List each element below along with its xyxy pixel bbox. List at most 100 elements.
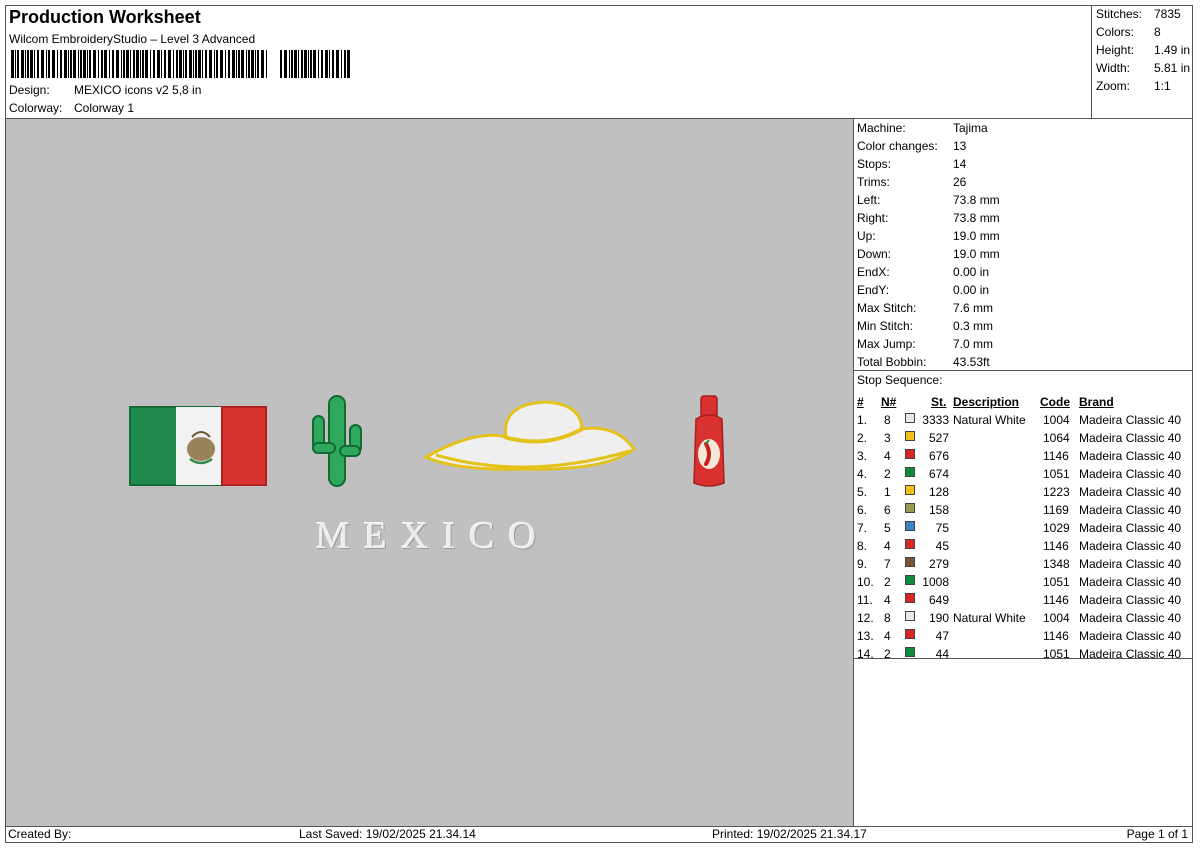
needle-number: 4 [884,539,891,553]
info-value: 14 [953,157,967,171]
mexico-embroidery-text: MEXICO [316,515,550,557]
stop-row: 12. 8 190 Natural White 1004 Madeira Classic … [857,611,1192,629]
thread-code: 1004 [1043,611,1070,625]
color-swatch [905,521,915,531]
stat-value: 5.81 in [1154,61,1191,75]
thread-brand: Madeira Classic 40 [1079,647,1182,661]
printed-date: Printed: 19/02/2025 21.34.17 [712,827,867,841]
barcode-bar [104,50,107,78]
barcode-bar [89,50,91,78]
info-label: Max Stitch: [857,301,917,315]
barcode-bar [78,50,79,78]
barcode-bar [46,50,47,78]
col-description: Description [953,395,1020,409]
barcode-bar [157,50,160,78]
barcode-bar [185,50,187,78]
stop-row: 3. 4 676 1146 Madeira Classic 40 [857,449,1192,467]
worksheet-header: Production Worksheet Wilcom EmbroiderySt… [5,5,1091,118]
info-value: 26 [953,175,967,189]
barcode-bar [248,50,250,78]
thread-brand: Madeira Classic 40 [1079,539,1182,553]
thread-brand: Madeira Classic 40 [1079,449,1182,463]
thread-code: 1064 [1043,431,1070,445]
stop-row: 2. 3 527 1064 Madeira Classic 40 [857,431,1192,449]
thread-code: 1146 [1043,629,1069,643]
stat-label: Colors: [1096,25,1135,39]
barcode-bar [193,50,194,78]
divider [853,370,1193,371]
stop-row: 13. 4 47 1146 Madeira Classic 40 [857,629,1192,647]
info-row: Min Stitch: 0.3 mm [857,319,993,333]
stop-number: 5. [857,485,868,499]
stitch-count: 128 [928,485,949,499]
info-value: 7.0 mm [953,337,994,351]
barcode-bar [216,50,218,78]
stitch-count: 279 [928,557,949,571]
info-label: EndY: [857,283,890,297]
stitch-count: 527 [928,431,949,445]
info-label: Left: [857,193,881,207]
info-row: Left: 73.8 mm [857,193,1000,207]
info-label: Up: [857,229,876,243]
info-label: Max Jump: [857,337,916,351]
sombrero-icon [422,400,637,471]
thread-brand: Madeira Classic 40 [1079,521,1182,535]
barcode-bar [48,50,50,78]
stat-stitches: Stitches: 7835 [1096,7,1181,21]
cactus-icon [312,395,362,487]
barcode-bar [11,50,14,78]
barcode-bar [304,50,307,78]
barcode-bar [257,50,259,78]
barcode-bar [189,50,192,78]
barcode-bar [325,50,328,78]
stop-row: 11. 4 649 1146 Madeira Classic 40 [857,593,1192,611]
thread-code: 1348 [1043,557,1070,571]
barcode-bar [70,50,72,78]
needle-number: 4 [884,629,891,643]
stop-row: 1. 8 3333 Natural White 1004 Madeira Classic … [857,413,1192,431]
barcode-bar [116,50,119,78]
barcode-bar [284,50,287,78]
color-swatch [905,449,915,459]
barcode-bar [301,50,303,78]
barcode-bar [298,50,299,78]
barcode-bar [294,50,297,78]
stitch-count: 158 [928,503,949,517]
info-row: Total Bobbin: 43.53ft [857,355,990,369]
barcode-bar [145,50,148,78]
col-stitches: St. [931,395,947,409]
info-row: EndX: 0.00 in [857,265,989,279]
thread-code: 1051 [1043,647,1070,661]
color-swatch [905,485,915,495]
needle-number: 2 [884,575,891,589]
barcode-bar [329,50,330,78]
col-brand: Brand [1079,395,1114,409]
barcode-bar [176,50,178,78]
footer: Created By: Last Saved: 19/02/2025 21.34… [6,826,1192,843]
barcode-bar [83,50,86,78]
barcode-bar [57,50,58,78]
barcode-bar [179,50,182,78]
stop-row: 6. 6 158 1169 Madeira Classic 40 [857,503,1192,521]
design-row: Design: MEXICO icons v2 5,8 in [9,83,201,97]
color-swatch [905,503,915,513]
needle-number: 4 [884,593,891,607]
barcode-bar [308,50,309,78]
thread-brand: Madeira Classic 40 [1079,467,1182,481]
barcode-bar [21,50,24,78]
colorway-value: Colorway 1 [74,101,135,115]
info-value: 43.53ft [953,355,990,369]
needle-number: 6 [884,503,891,517]
stop-number: 2. [857,431,868,445]
barcode-bar [142,50,144,78]
stitch-count: 75 [935,521,949,535]
color-swatch [905,593,915,603]
design-artwork [129,395,725,487]
stop-number: 10. [857,575,874,589]
info-value: 0.00 in [953,265,990,279]
barcode-bar [280,50,282,78]
barcode-bar [98,50,99,78]
barcode-bar [347,50,350,78]
stat-label: Stitches: [1096,7,1143,21]
page-title: Production Worksheet [9,7,201,27]
